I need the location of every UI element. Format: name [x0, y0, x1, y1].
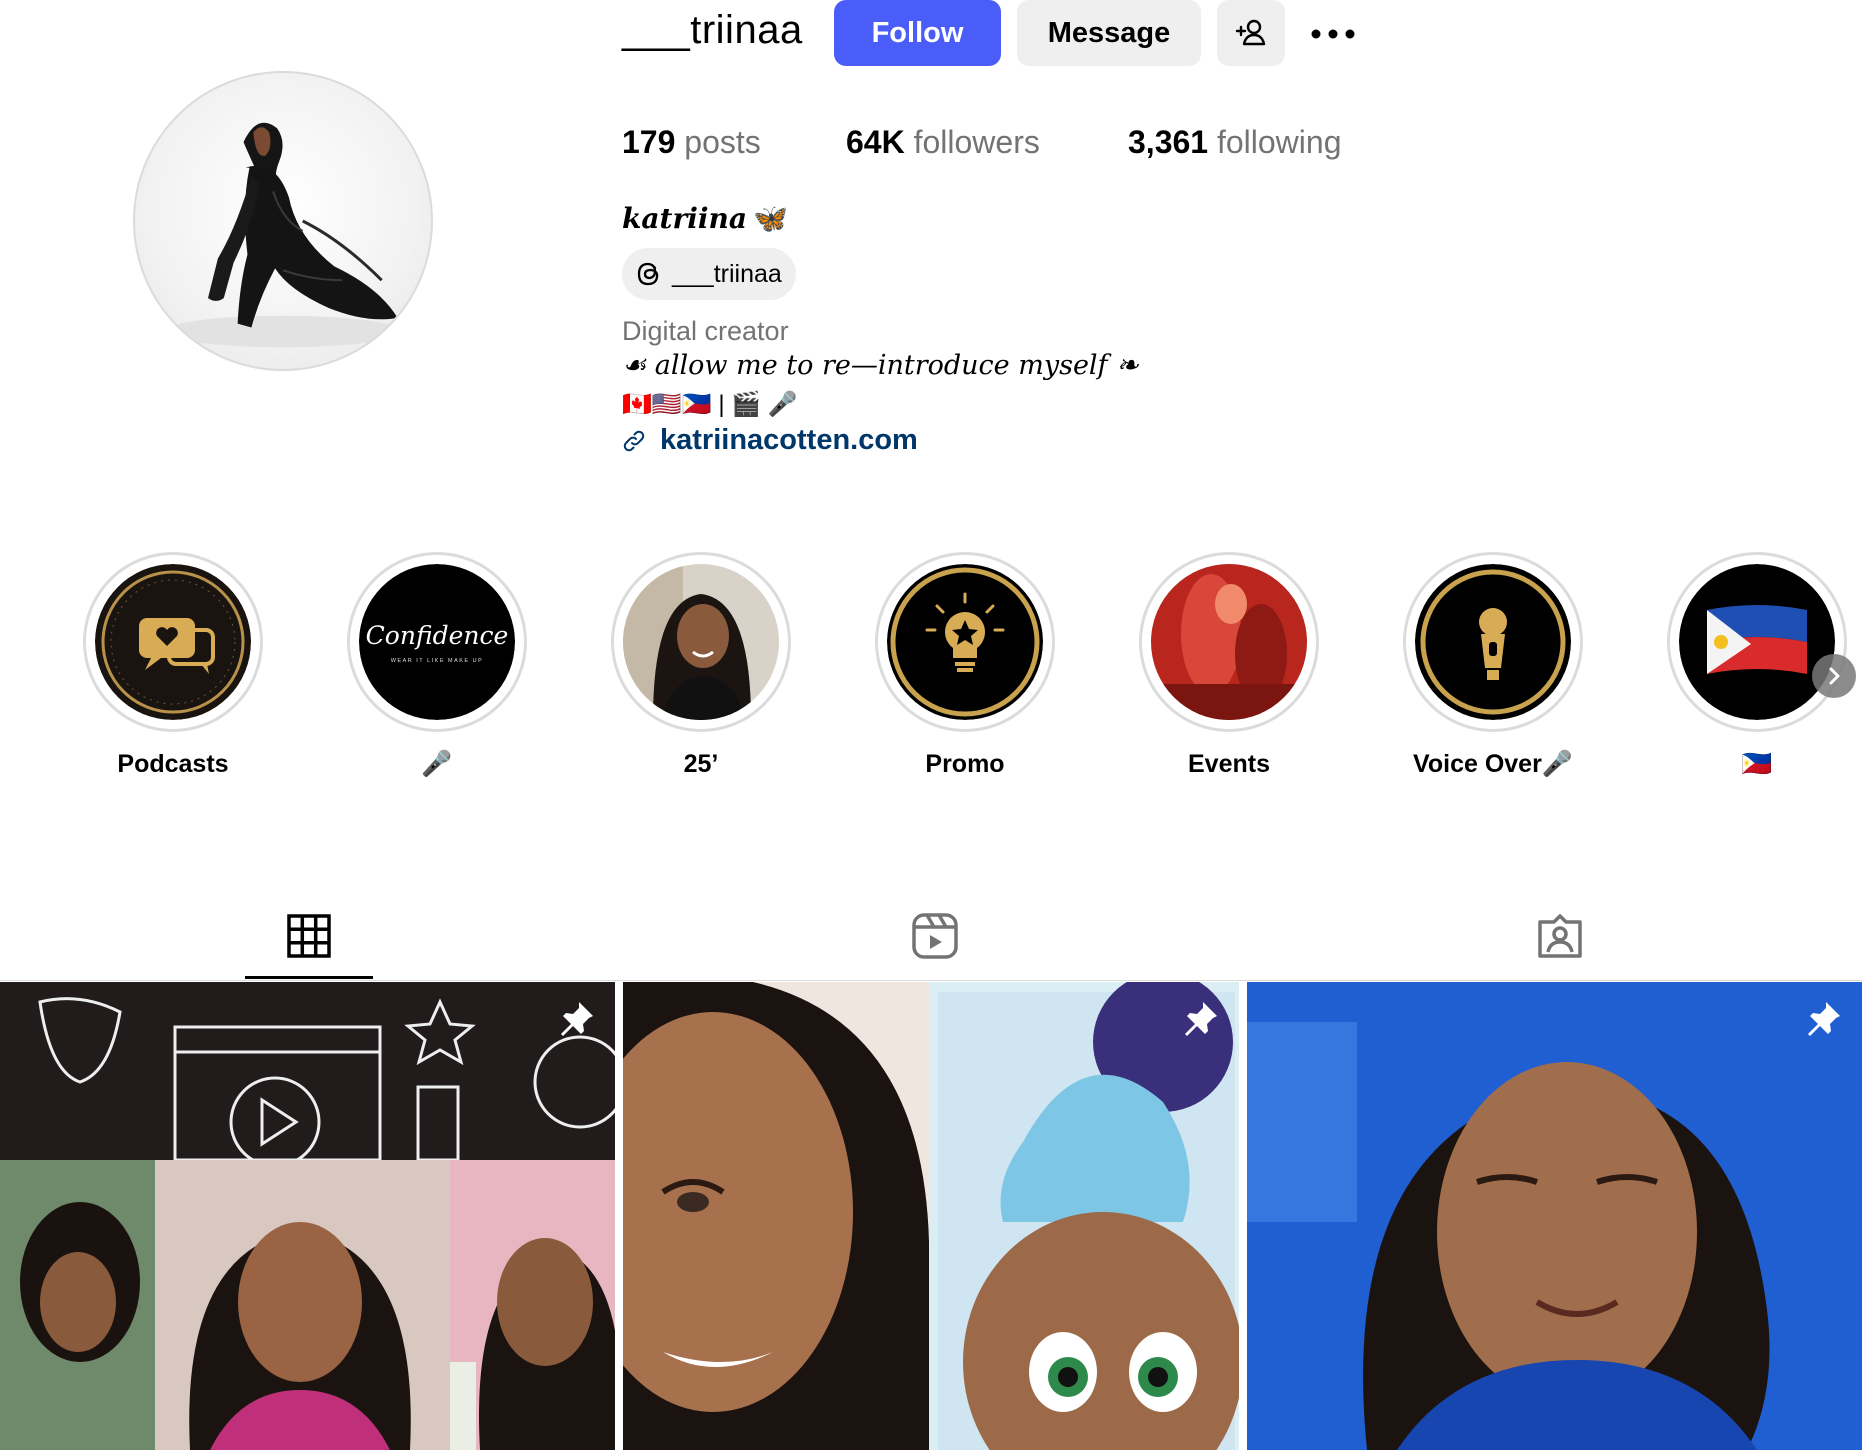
highlight-ring: Confidence WEAR IT LIKE MAKE UP [347, 552, 527, 732]
pin-icon [1185, 1002, 1217, 1036]
bio-line-2: 🇨🇦🇺🇸🇵🇭 | 🎬 🎤 [622, 391, 798, 418]
website-url: katriinacotten.com [660, 424, 918, 456]
followers-count-label: followers [913, 124, 1040, 160]
follow-button[interactable]: Follow [834, 0, 1001, 66]
highlight-voice-over[interactable]: Voice Over🎤 [1403, 552, 1583, 778]
confidence-cover-text: Confidence [366, 621, 509, 650]
profile-avatar[interactable] [133, 71, 433, 371]
highlight-promo[interactable]: Promo [875, 552, 1055, 778]
highlights-next-button[interactable] [1812, 654, 1856, 698]
avatar-photo [164, 122, 402, 348]
chevron-right-icon [1829, 667, 1840, 685]
threads-icon [637, 262, 659, 286]
post-tile[interactable] [1247, 982, 1862, 1450]
more-dots-icon [1311, 29, 1355, 39]
tab-posts[interactable] [283, 910, 335, 962]
followers-count-value: 64K [846, 124, 905, 160]
link-icon [623, 430, 645, 451]
profile-page: ___triinaa Follow Message 179 posts 64K … [0, 0, 1862, 1450]
highlight-ring [875, 552, 1055, 732]
reels-icon [912, 913, 958, 959]
full-name-text: katriina [622, 202, 748, 235]
lightbulb-star-icon [887, 564, 1043, 720]
highlight-label: 🇵🇭 [1741, 750, 1773, 778]
profile-username: ___triinaa [622, 8, 803, 52]
highlight-podcasts[interactable]: Podcasts [83, 552, 263, 778]
profile-category: Digital creator [622, 316, 789, 346]
highlight-cover: Confidence WEAR IT LIKE MAKE UP [359, 564, 515, 720]
tab-reels[interactable] [909, 910, 961, 962]
following-link[interactable]: 3,361 following [1128, 124, 1341, 161]
posts-count-label: posts [684, 124, 761, 160]
highlight-label: Voice Over🎤 [1413, 750, 1573, 778]
active-tab-indicator [245, 976, 373, 979]
tagged-icon [1538, 914, 1582, 958]
post-collage-image [0, 982, 615, 1450]
post-tile[interactable] [623, 982, 1239, 1450]
suggest-user-button[interactable] [1217, 0, 1285, 66]
threads-badge[interactable]: ___triinaa [622, 248, 796, 300]
highlight-ring [83, 552, 263, 732]
highlight-cover [623, 564, 779, 720]
pin-icon [1808, 1002, 1840, 1036]
confidence-cover-subtext: WEAR IT LIKE MAKE UP [391, 658, 484, 664]
highlight-label: Promo [925, 750, 1005, 778]
pinned-post-indicator [557, 998, 597, 1038]
portrait-photo [623, 564, 779, 720]
tab-divider [0, 980, 1862, 981]
highlight-label: Podcasts [117, 750, 229, 778]
grid-icon [287, 914, 331, 958]
highlight-cover [887, 564, 1043, 720]
pinned-post-indicator [1181, 998, 1221, 1038]
add-person-icon [1235, 19, 1266, 46]
more-options-button[interactable] [1300, 14, 1366, 54]
event-photo [1151, 564, 1307, 720]
threads-handle: ___triinaa [672, 259, 782, 288]
highlight-cover [1679, 564, 1835, 720]
highlight-label: Events [1188, 750, 1270, 778]
followers-link[interactable]: 64K followers [846, 124, 1040, 161]
post-tile[interactable] [0, 982, 615, 1450]
highlight-ring [1403, 552, 1583, 732]
highlight-confidence[interactable]: Confidence WEAR IT LIKE MAKE UP 🎤 [347, 552, 527, 778]
highlight-ring [1667, 552, 1847, 732]
butterfly-emoji: 🦋 [753, 202, 788, 235]
highlight-ring [611, 552, 791, 732]
message-button[interactable]: Message [1017, 0, 1201, 66]
post-video-still-image [1247, 982, 1862, 1450]
highlight-events[interactable]: Events [1139, 552, 1319, 778]
confidence-logo: Confidence WEAR IT LIKE MAKE UP [359, 564, 515, 720]
highlight-25[interactable]: 25’ [611, 552, 791, 778]
highlight-ring [1139, 552, 1319, 732]
pinned-post-indicator [1804, 998, 1844, 1038]
following-count-value: 3,361 [1128, 124, 1209, 160]
podcast-chat-icon [95, 564, 251, 720]
website-link[interactable]: katriinacotten.com [622, 424, 918, 457]
profile-full-name: katriina 🦋 [622, 202, 788, 235]
highlight-cover [1151, 564, 1307, 720]
microphone-icon [1415, 564, 1571, 720]
post-portrait-animated-image [623, 982, 1239, 1450]
highlight-cover [95, 564, 251, 720]
posts-count: 179 posts [622, 124, 761, 161]
posts-count-value: 179 [622, 124, 676, 160]
bio-line-1: ☙ allow me to re—introduce myself ❧ [622, 350, 1139, 381]
highlight-label: 25’ [683, 750, 719, 778]
pin-icon [561, 1002, 593, 1036]
philippines-flag-icon [1679, 564, 1835, 720]
highlight-label: 🎤 [421, 750, 453, 778]
following-count-label: following [1216, 124, 1342, 160]
highlight-cover [1415, 564, 1571, 720]
tab-tagged[interactable] [1534, 910, 1586, 962]
highlight-philippines[interactable]: 🇵🇭 [1667, 552, 1847, 778]
